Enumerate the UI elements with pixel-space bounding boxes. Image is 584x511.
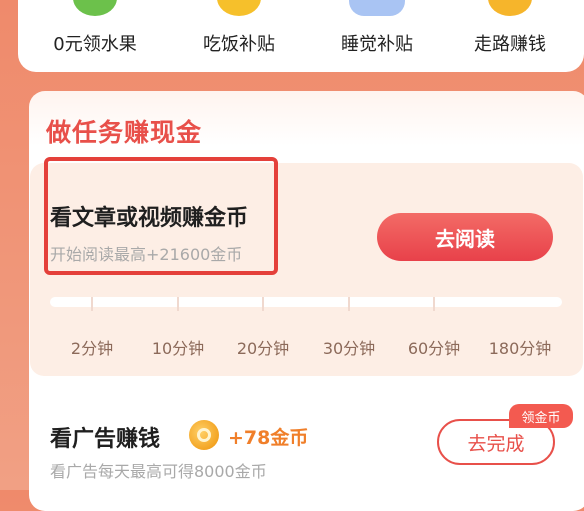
go-read-button[interactable]: 去阅读 bbox=[377, 213, 553, 261]
shortcut-meal-subsidy[interactable]: 吃饭补贴 bbox=[179, 0, 299, 72]
task-card: 做任务赚现金 看文章或视频赚金币 开始阅读最高+21600金币 去阅读 2分钟 … bbox=[29, 91, 584, 511]
milestone-label: 30分钟 bbox=[322, 339, 376, 358]
progress-tick bbox=[348, 297, 350, 311]
shortcut-label: 0元领水果 bbox=[53, 34, 137, 55]
read-task-subtitle: 开始阅读最高+21600金币 bbox=[50, 245, 243, 264]
shortcut-label: 吃饭补贴 bbox=[203, 34, 275, 55]
ad-task-title: 看广告赚钱 bbox=[50, 427, 161, 452]
milestone-label: 10分钟 bbox=[151, 339, 205, 358]
moon-cloud-icon bbox=[349, 0, 405, 16]
yuan-coin-icon bbox=[217, 0, 261, 16]
milestone-label: 60分钟 bbox=[407, 339, 461, 358]
shortcut-card: 0元领水果 吃饭补贴 睡觉补贴 走路赚钱 bbox=[18, 0, 584, 72]
shortcut-walk-earn[interactable]: 走路赚钱 bbox=[450, 0, 570, 72]
shortcut-label: 睡觉补贴 bbox=[341, 34, 413, 55]
tree-icon bbox=[73, 0, 117, 16]
shortcut-sleep-subsidy[interactable]: 睡觉补贴 bbox=[317, 0, 437, 72]
milestone-label: 2分钟 bbox=[70, 339, 114, 358]
coin-icon bbox=[488, 0, 532, 16]
read-task-title: 看文章或视频赚金币 bbox=[50, 206, 249, 231]
reading-progress-bar bbox=[50, 297, 562, 307]
ad-task-subtitle: 看广告每天最高可得8000金币 bbox=[50, 462, 267, 481]
shortcut-label: 走路赚钱 bbox=[474, 34, 546, 55]
progress-tick bbox=[433, 297, 435, 311]
milestone-label: 180分钟 bbox=[488, 339, 552, 358]
progress-tick bbox=[91, 297, 93, 311]
claim-coins-badge: 领金币 bbox=[509, 404, 573, 428]
shortcut-fruit[interactable]: 0元领水果 bbox=[35, 0, 155, 72]
progress-tick bbox=[177, 297, 179, 311]
gold-coin-icon bbox=[189, 420, 219, 450]
milestone-label: 20分钟 bbox=[236, 339, 290, 358]
ad-task-reward: +78金币 bbox=[228, 427, 309, 449]
section-title: 做任务赚现金 bbox=[46, 118, 203, 147]
progress-tick bbox=[262, 297, 264, 311]
